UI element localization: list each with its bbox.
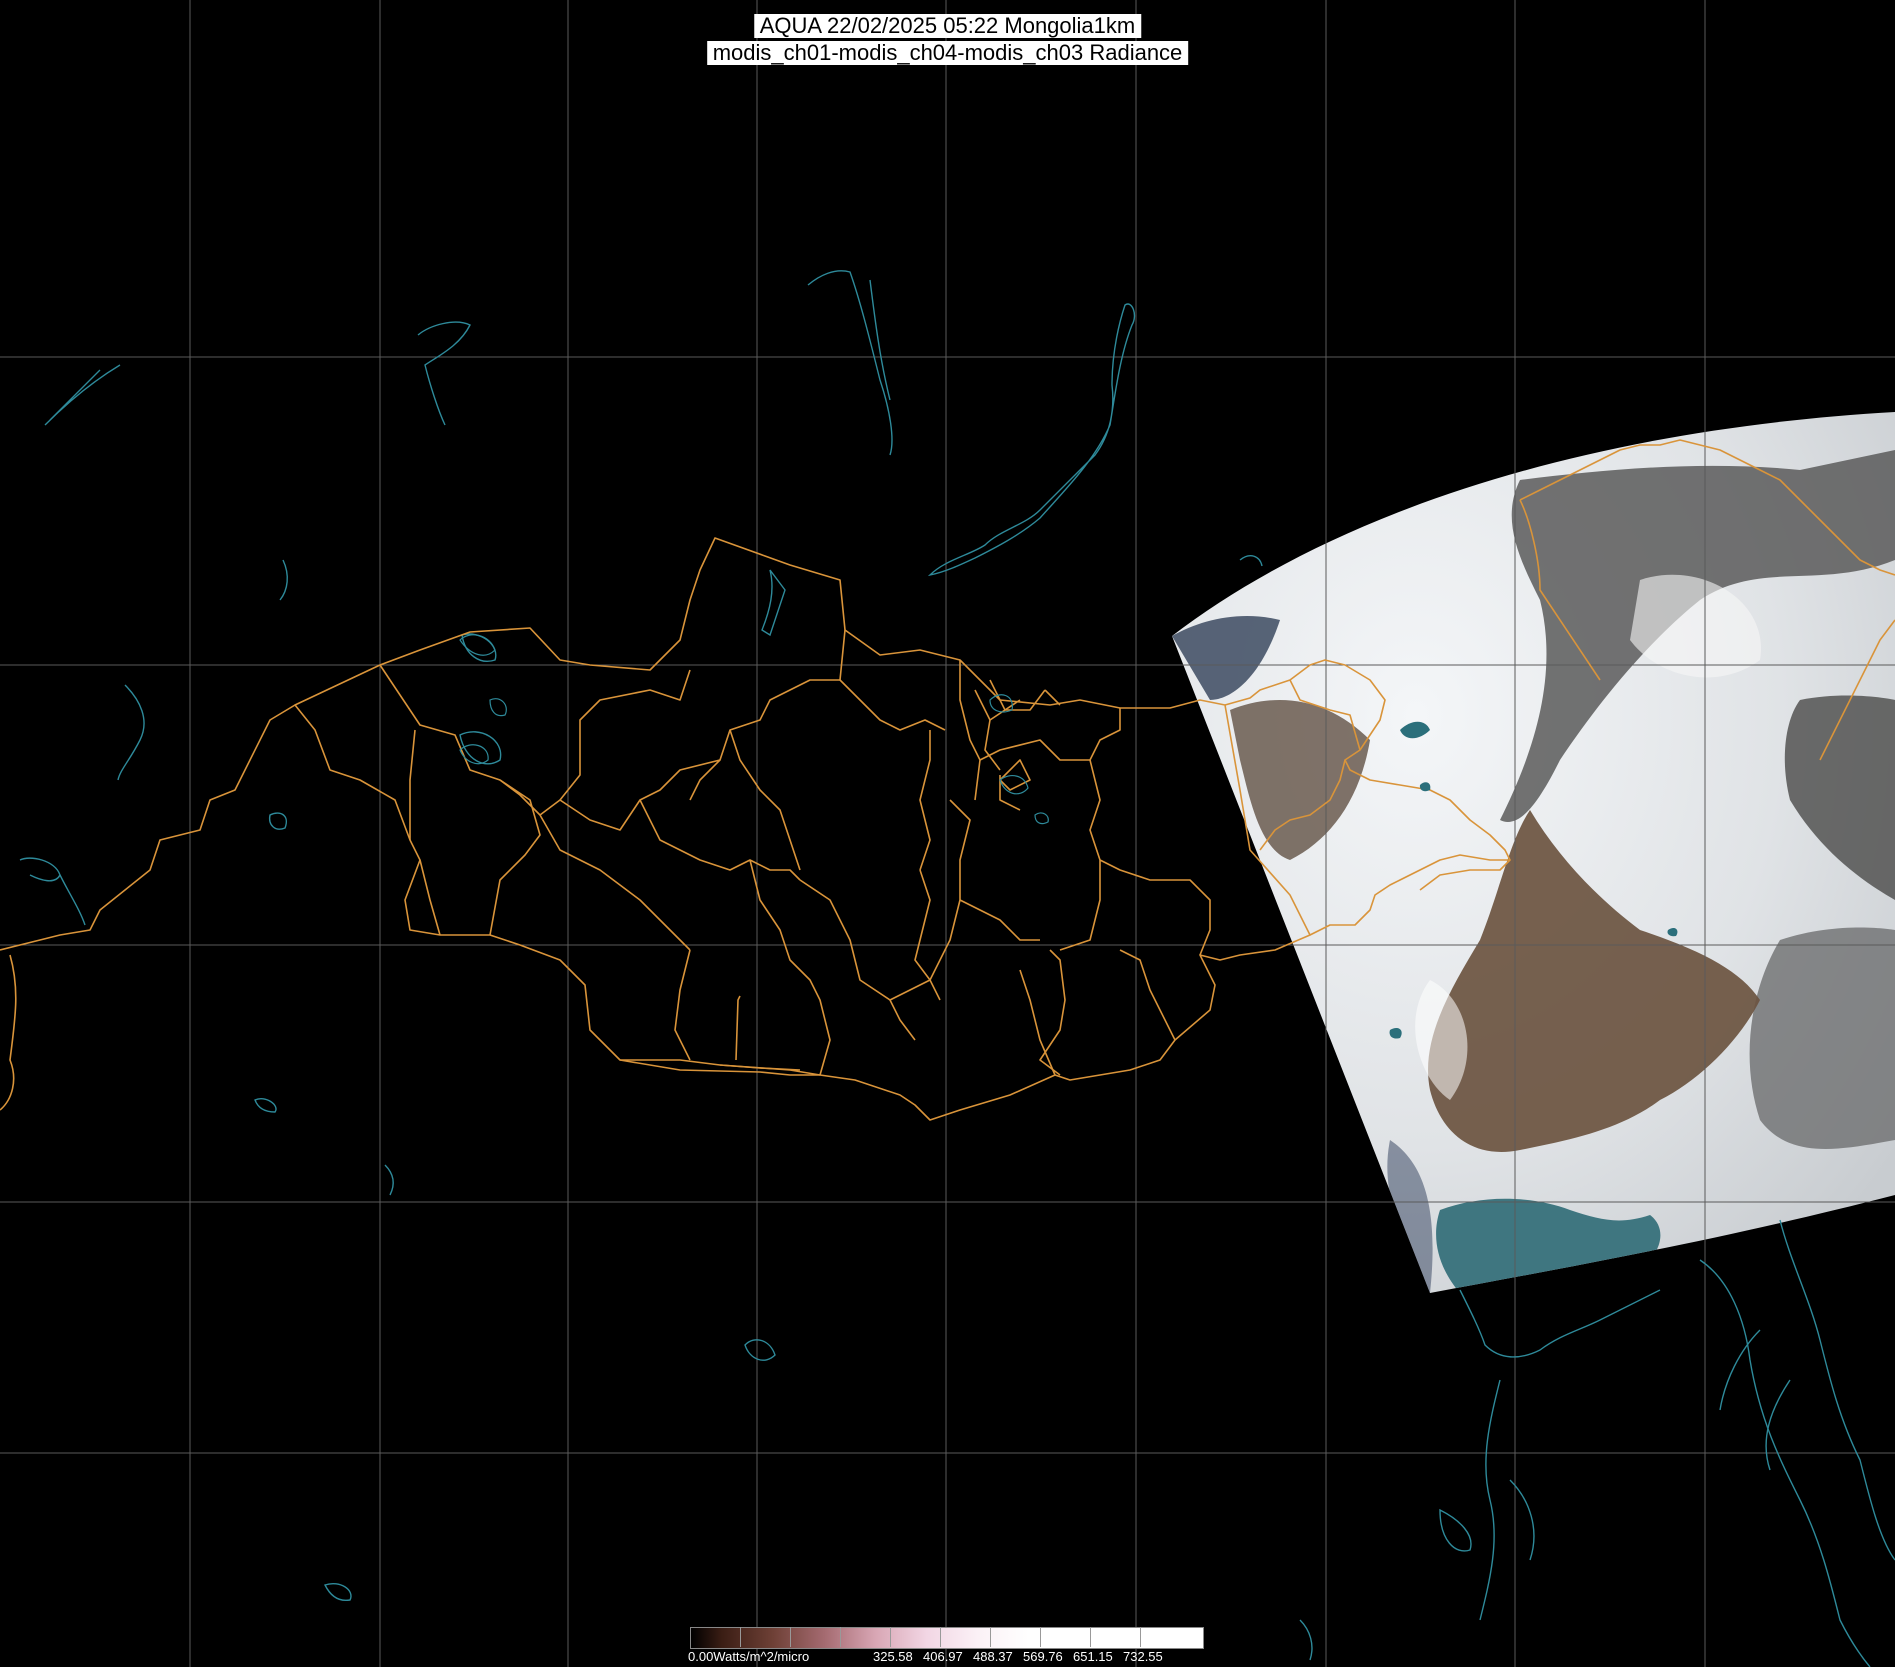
colorbar-tick: [890, 1627, 891, 1647]
map-subtitle: modis_ch01-modis_ch04-modis_ch03 Radianc…: [706, 41, 1189, 65]
colorbar-label: 488.37: [973, 1649, 1013, 1664]
colorbar-label: 0.00Watts/m^2/micro: [688, 1649, 810, 1664]
colorbar-label: 651.15: [1073, 1649, 1113, 1664]
map-title: AQUA 22/02/2025 05:22 Mongolia1km: [753, 14, 1142, 38]
colorbar-legend: 0.00Watts/m^2/micro 325.58 406.97 488.37…: [688, 1627, 1204, 1665]
colorbar-tick: [740, 1627, 741, 1647]
colorbar-tick: [940, 1627, 941, 1647]
colorbar-tick: [1140, 1627, 1141, 1647]
colorbar-tick: [990, 1627, 991, 1647]
colorbar-tick: [1090, 1627, 1091, 1647]
colorbar-gradient: [690, 1627, 1204, 1649]
colorbar-label: 406.97: [923, 1649, 963, 1664]
colorbar-tick: [1040, 1627, 1041, 1647]
satellite-swath: [1172, 412, 1895, 1293]
colorbar-tick: [790, 1627, 791, 1647]
satellite-map: [0, 0, 1895, 1667]
colorbar-label: 732.55: [1123, 1649, 1163, 1664]
colorbar-tick: [840, 1627, 841, 1647]
colorbar-label: 569.76: [1023, 1649, 1063, 1664]
colorbar-label: 325.58: [873, 1649, 913, 1664]
